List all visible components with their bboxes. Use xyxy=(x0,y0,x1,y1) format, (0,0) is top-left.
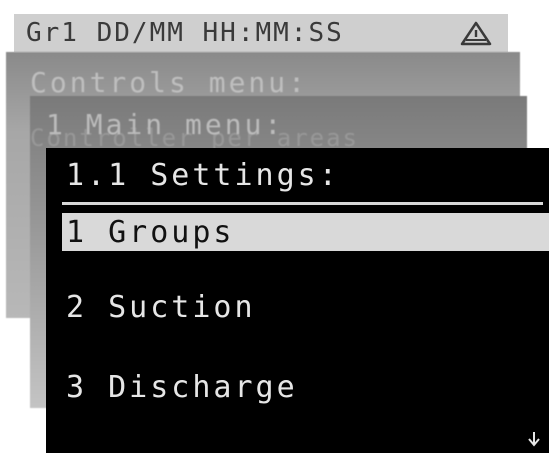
menu-item-discharge[interactable]: 3 Discharge xyxy=(62,368,549,406)
menu-item-label: 2 Suction xyxy=(66,289,256,325)
menu-item-suction[interactable]: 2 Suction xyxy=(62,288,549,326)
status-bar: Gr1 DD/MM HH:MM:SS xyxy=(14,14,508,52)
title-divider xyxy=(62,202,543,205)
warning-icon xyxy=(460,21,492,46)
controls-menu-title: Controls menu: xyxy=(30,66,309,99)
menu-item-label: 1 Groups xyxy=(66,214,235,250)
menu-item-groups[interactable]: 1 Groups xyxy=(62,213,549,251)
settings-title: 1.1 Settings: xyxy=(66,158,340,193)
status-text: Gr1 DD/MM HH:MM:SS xyxy=(26,18,344,48)
menu-item-label: 3 Discharge xyxy=(66,369,298,405)
arrow-down-icon[interactable] xyxy=(527,431,541,447)
settings-screen: 1.1 Settings: 1 Groups 2 Suction 3 Disch… xyxy=(46,148,549,453)
